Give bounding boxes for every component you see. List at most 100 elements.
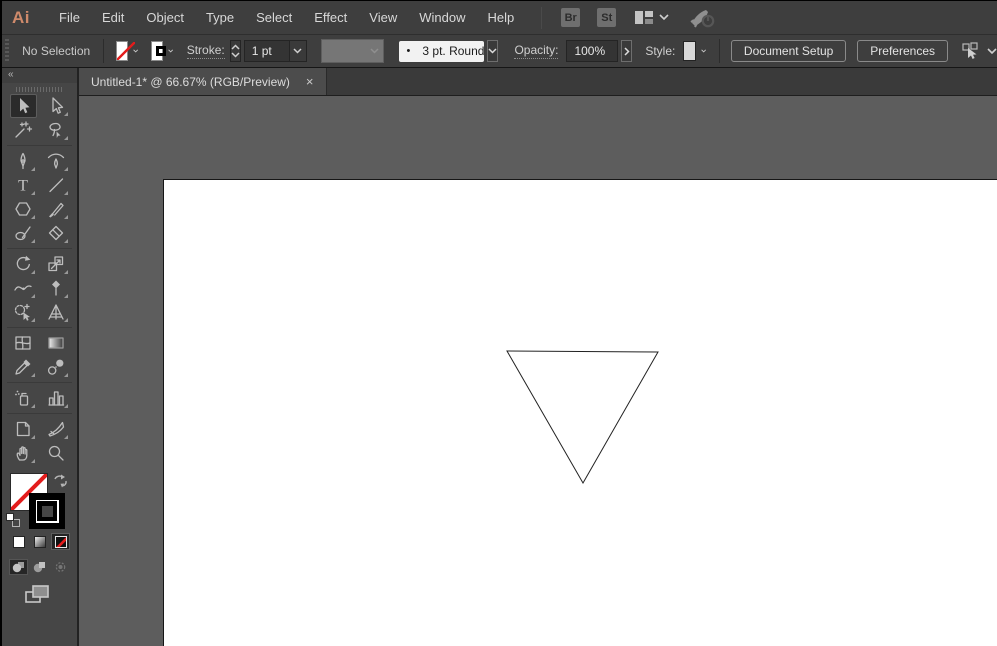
close-tab-icon[interactable]: × xyxy=(306,74,314,89)
illustrator-window: Ai File Edit Object Type Select Effect V… xyxy=(0,0,997,646)
menu-edit[interactable]: Edit xyxy=(91,2,135,33)
chevron-down-icon xyxy=(370,48,379,54)
solid-color-icon xyxy=(12,535,25,548)
menu-effect[interactable]: Effect xyxy=(303,2,358,33)
eraser-icon xyxy=(48,225,64,241)
stroke-weight-field[interactable]: 1 pt xyxy=(243,40,290,62)
menu-window[interactable]: Window xyxy=(408,2,476,33)
menu-select[interactable]: Select xyxy=(245,2,303,33)
selection-status: No Selection xyxy=(22,44,91,58)
tool-column-graph[interactable] xyxy=(43,386,70,410)
work-area: Untitled-1* @ 66.67% (RGB/Preview) × xyxy=(79,68,997,646)
document-tab-title: Untitled-1* @ 66.67% (RGB/Preview) xyxy=(91,74,290,89)
tool-type[interactable]: T xyxy=(10,173,37,197)
gradient-icon xyxy=(48,337,64,349)
tool-blend[interactable] xyxy=(43,355,70,379)
fill-color-swatch[interactable] xyxy=(115,41,135,61)
opacity-field[interactable]: 100% xyxy=(566,40,619,62)
tool-direct-selection[interactable] xyxy=(43,94,70,118)
tool-slice[interactable] xyxy=(43,417,70,441)
app-logo: Ai xyxy=(12,7,30,27)
tool-line-segment[interactable] xyxy=(43,173,70,197)
tool-eyedropper[interactable] xyxy=(10,355,37,379)
graphic-style-swatch[interactable] xyxy=(683,41,696,61)
tool-paintbrush[interactable] xyxy=(43,197,70,221)
gpu-performance-icon[interactable] xyxy=(689,7,715,29)
draw-normal-button[interactable] xyxy=(9,559,28,575)
brush-definition-dropdown[interactable] xyxy=(487,40,499,62)
tool-hand[interactable] xyxy=(10,441,37,465)
column-graph-icon xyxy=(48,391,65,406)
color-button[interactable] xyxy=(9,533,28,550)
slice-icon xyxy=(48,421,65,437)
select-similar-button[interactable] xyxy=(960,42,997,60)
chevron-down-icon xyxy=(293,48,302,54)
tool-gradient[interactable] xyxy=(43,331,70,355)
tool-bar: « T xyxy=(2,68,79,646)
tool-rotate[interactable] xyxy=(10,252,37,276)
menu-view[interactable]: View xyxy=(358,2,408,33)
opacity-slider-button[interactable] xyxy=(621,40,633,62)
curvature-tool-icon xyxy=(47,153,65,169)
none-button[interactable] xyxy=(51,533,70,550)
brush-definition-field[interactable]: • 3 pt. Round xyxy=(398,40,485,62)
stroke-color-swatch[interactable] xyxy=(150,41,166,61)
hand-icon xyxy=(16,446,28,461)
menu-object[interactable]: Object xyxy=(135,2,195,33)
svg-text:T: T xyxy=(18,178,28,195)
stroke-panel-link[interactable]: Stroke: xyxy=(186,43,225,59)
tool-perspective-grid[interactable] xyxy=(43,300,70,324)
arrange-documents-button[interactable] xyxy=(634,10,669,26)
tool-artboard[interactable] xyxy=(10,417,37,441)
tool-lasso[interactable] xyxy=(43,118,70,142)
triangle-shape[interactable] xyxy=(506,350,659,485)
gradient-button[interactable] xyxy=(30,533,49,550)
chevron-down-icon[interactable] xyxy=(701,48,707,54)
tool-shaper[interactable] xyxy=(10,221,37,245)
tool-selection[interactable] xyxy=(9,94,37,118)
select-similar-icon xyxy=(962,42,978,59)
default-fill-icon xyxy=(6,513,14,521)
tool-width[interactable] xyxy=(10,276,37,300)
swap-fill-stroke-icon[interactable] xyxy=(53,474,69,488)
tab-bar: Untitled-1* @ 66.67% (RGB/Preview) × xyxy=(79,68,997,96)
tool-mesh[interactable] xyxy=(10,331,37,355)
preferences-button[interactable]: Preferences xyxy=(857,40,948,62)
menu-type[interactable]: Type xyxy=(195,2,245,33)
tool-polygon[interactable] xyxy=(10,197,37,221)
chevron-down-icon[interactable] xyxy=(168,48,174,54)
menu-list: File Edit Object Type Select Effect View… xyxy=(48,2,525,33)
stroke-weight-stepper[interactable] xyxy=(229,40,241,62)
tool-puppet-warp[interactable] xyxy=(43,276,70,300)
tool-zoom[interactable] xyxy=(43,441,70,465)
stock-button[interactable]: St xyxy=(597,8,617,27)
menu-help[interactable]: Help xyxy=(476,2,525,33)
stroke-color-proxy[interactable] xyxy=(29,493,65,529)
bridge-button[interactable]: Br xyxy=(561,8,581,27)
default-fill-stroke-button[interactable] xyxy=(6,513,21,528)
pen-icon xyxy=(20,152,26,170)
document-tab[interactable]: Untitled-1* @ 66.67% (RGB/Preview) × xyxy=(79,68,327,95)
toolbar-grip[interactable] xyxy=(16,86,63,92)
canvas[interactable] xyxy=(79,96,997,646)
draw-behind-button[interactable] xyxy=(30,559,49,575)
brush-definition-value: 3 pt. Round xyxy=(422,44,485,58)
menu-bar: Ai File Edit Object Type Select Effect V… xyxy=(2,1,997,35)
tool-curvature[interactable] xyxy=(43,149,70,173)
main-area: « T Untitled-1* @ 66.67% (RGB/Preview) × xyxy=(2,68,997,646)
collapse-toolbar-button[interactable]: « xyxy=(2,68,77,83)
tool-shape-builder[interactable] xyxy=(10,300,37,324)
tool-pen[interactable] xyxy=(10,149,37,173)
menu-file[interactable]: File xyxy=(48,2,91,33)
opacity-combo: 100% xyxy=(566,40,619,62)
tool-magic-wand[interactable] xyxy=(10,118,37,142)
opacity-panel-link[interactable]: Opacity: xyxy=(514,43,559,59)
tool-scale[interactable] xyxy=(43,252,70,276)
screen-mode-button[interactable] xyxy=(24,583,52,605)
stroke-weight-dropdown[interactable] xyxy=(289,40,307,62)
tool-eraser[interactable] xyxy=(43,221,70,245)
gradient-chip-icon xyxy=(33,535,46,548)
panel-grip[interactable] xyxy=(5,39,10,63)
tool-symbol-sprayer[interactable] xyxy=(10,386,37,410)
document-setup-button[interactable]: Document Setup xyxy=(730,40,847,62)
